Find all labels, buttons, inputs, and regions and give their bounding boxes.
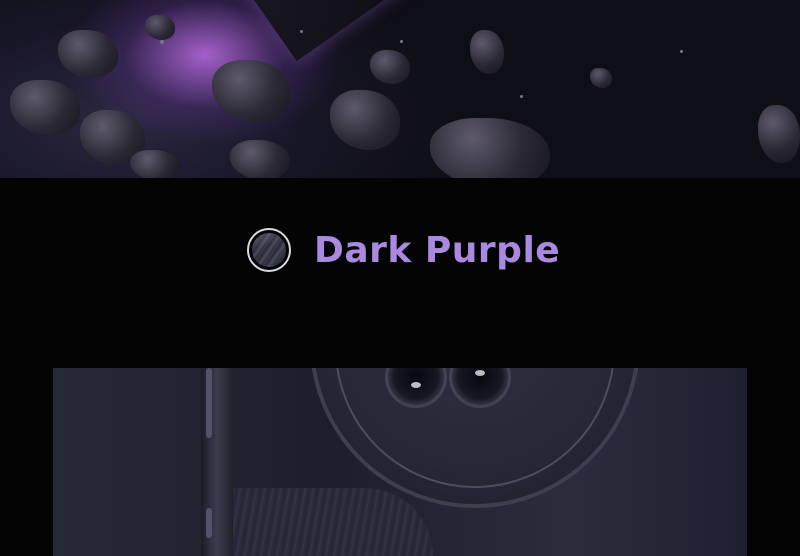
dust-particle (520, 95, 523, 98)
asteroid-rock (10, 80, 80, 135)
hero-image-asteroids (0, 0, 800, 178)
asteroid-rock (370, 50, 410, 84)
asteroid-rock (758, 105, 800, 163)
product-image-phone-back (53, 368, 747, 556)
asteroid-rock (130, 150, 180, 178)
asteroid-rock (470, 30, 504, 74)
phone-edge-graphic (205, 0, 464, 62)
asteroid-rock (145, 15, 175, 40)
asteroid-rock (430, 118, 550, 178)
asteroid-rock (212, 60, 290, 122)
lens-glint (475, 370, 485, 376)
lens-glint (411, 382, 421, 388)
textured-panel (233, 488, 433, 556)
asteroid-rock (58, 30, 118, 78)
asteroid-rock (590, 68, 612, 88)
phone-side-button (206, 508, 212, 538)
dust-particle (400, 40, 403, 43)
color-name-label: Dark Purple (314, 230, 561, 271)
asteroid-rock (330, 90, 400, 150)
dust-particle (680, 50, 683, 53)
phone-side-button (206, 368, 212, 438)
dark-purple-swatch (252, 233, 286, 267)
dust-particle (160, 40, 164, 44)
color-swatch-icon[interactable] (247, 228, 291, 272)
dust-particle (300, 30, 303, 33)
asteroid-rock (230, 140, 290, 178)
